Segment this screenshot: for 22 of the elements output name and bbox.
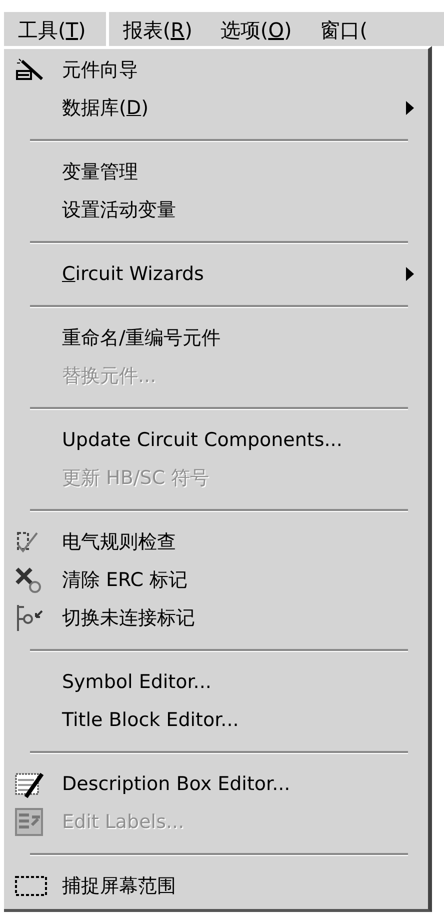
notepad-pen-icon [14,770,46,798]
menu-item[interactable]: 设置活动变量 [4,191,428,229]
menu-item[interactable]: Symbol Editor... [4,663,428,701]
menu-item[interactable]: 变量管理 [4,153,428,191]
menu-item[interactable]: 元件向导 [4,51,428,89]
menu-bar-item[interactable]: 选项(O) [206,12,306,46]
labels-icon [14,807,46,837]
menu-item[interactable]: Description Box Editor... [4,765,428,803]
menu-item[interactable]: Circuit Wizards [4,255,428,293]
menu-item[interactable]: Title Block Editor... [4,701,428,739]
wand-icon [14,57,46,83]
menu-item[interactable]: 切换未连接标记 [4,599,428,637]
menu-item[interactable]: 电气规则检查 [4,523,428,561]
menu-item[interactable]: Update Circuit Components... [4,421,428,459]
menu-item[interactable]: 数据库(D) [4,89,428,127]
menu-item[interactable]: 重命名/重编号元件 [4,319,428,357]
menu-item[interactable]: 捕捉屏幕范围 [4,867,428,905]
cross-circle-icon [14,566,44,594]
dashed-rectangle-icon [14,874,48,898]
menu-bar-item[interactable]: 报表(R) [108,12,206,46]
menu-bar-item[interactable]: 窗口( [306,12,382,46]
menu-item[interactable]: 清除 ERC 标记 [4,561,428,599]
